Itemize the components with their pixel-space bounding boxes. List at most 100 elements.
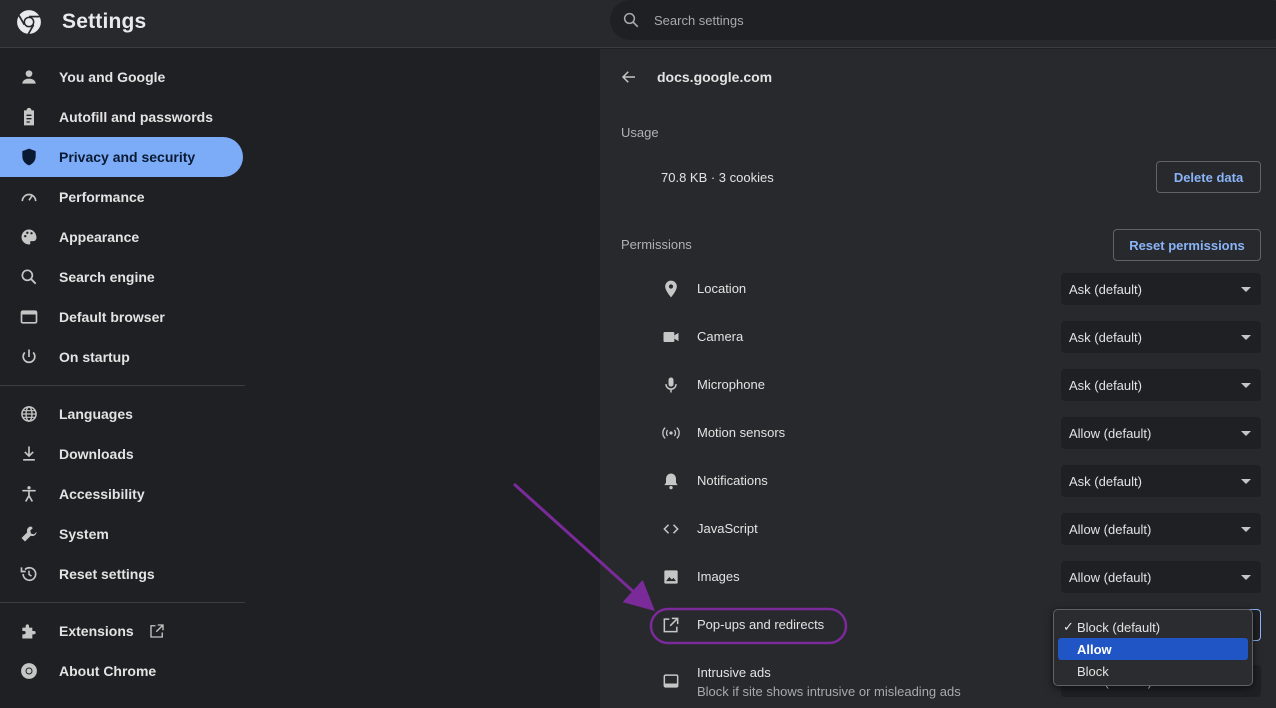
sidebar-item-default-browser[interactable]: Default browser (0, 297, 243, 337)
search-icon (21, 269, 37, 285)
dropdown-option-block[interactable]: Block (1058, 660, 1248, 682)
location-select[interactable]: Ask (default) (1061, 273, 1261, 305)
page-title: docs.google.com (657, 69, 773, 85)
wrench-icon (21, 526, 37, 542)
permission-sublabel: Block if site shows intrusive or mislead… (697, 684, 961, 699)
shield-icon (22, 148, 36, 166)
option-label: Block (1077, 664, 1109, 679)
delete-data-button[interactable]: Delete data (1156, 161, 1261, 193)
checkmark-icon: ✓ (1063, 619, 1074, 634)
javascript-select[interactable]: Allow (default) (1061, 513, 1261, 545)
sidebar-item-on-startup[interactable]: On startup (0, 337, 243, 377)
permission-row-notifications: Notifications Ask (default) (600, 457, 1276, 505)
option-label: Block (default) (1077, 620, 1161, 635)
sidebar-item-reset-settings[interactable]: Reset settings (0, 554, 243, 594)
permission-label: Camera (697, 329, 744, 344)
permission-label: Microphone (697, 377, 765, 392)
caret-down-icon (1241, 527, 1251, 532)
microphone-icon (665, 377, 677, 393)
open-external-icon (663, 617, 679, 633)
sidebar-item-label: Search engine (59, 269, 155, 285)
sidebar-item-downloads[interactable]: Downloads (0, 434, 243, 474)
sidebar-item-label: System (59, 526, 109, 542)
permission-row-motion-sensors: Motion sensors Allow (default) (600, 409, 1276, 457)
search-icon (623, 12, 639, 28)
sidebar-item-extensions[interactable]: Extensions (0, 611, 243, 651)
motion-sensors-select[interactable]: Allow (default) (1061, 417, 1261, 449)
sidebar-item-label: Languages (59, 406, 133, 422)
usage-value: 70.8 KB · 3 cookies (661, 170, 774, 185)
caret-down-icon (1241, 335, 1251, 340)
select-value: Ask (default) (1069, 378, 1142, 393)
sidebar-item-languages[interactable]: Languages (0, 394, 243, 434)
person-icon (22, 70, 36, 84)
download-icon (23, 446, 35, 461)
select-value: Allow (default) (1069, 570, 1152, 585)
sidebar-item-performance[interactable]: Performance (0, 177, 243, 217)
chrome-logo-icon (17, 10, 41, 35)
accessibility-icon (22, 486, 36, 502)
caret-down-icon (1241, 479, 1251, 484)
back-arrow-icon[interactable] (620, 68, 638, 86)
images-select[interactable]: Allow (default) (1061, 561, 1261, 593)
app-title: Settings (62, 10, 147, 33)
sidebar-item-label: Appearance (59, 229, 140, 245)
camera-select[interactable]: Ask (default) (1061, 321, 1261, 353)
sidebar-item-label: Reset settings (59, 566, 155, 582)
caret-down-icon (1241, 575, 1251, 580)
sidebar-item-accessibility[interactable]: Accessibility (0, 474, 243, 514)
search-input[interactable] (654, 8, 1154, 32)
search-bar[interactable] (610, 0, 1276, 40)
sidebar: You and Google Autofill and passwords Pr… (0, 49, 245, 708)
sidebar-item-label: You and Google (59, 69, 166, 85)
select-value: Allow (default) (1069, 426, 1152, 441)
sidebar-item-label: Extensions (59, 623, 134, 639)
sidebar-item-appearance[interactable]: Appearance (0, 217, 243, 257)
sidebar-item-label: Accessibility (59, 486, 145, 502)
reset-permissions-button[interactable]: Reset permissions (1113, 229, 1261, 261)
ad-window-icon (663, 674, 679, 688)
sidebar-item-system[interactable]: System (0, 514, 243, 554)
dropdown-option-allow[interactable]: Allow (1058, 638, 1248, 660)
usage-heading: Usage (621, 125, 659, 140)
sidebar-item-label: Default browser (59, 309, 165, 325)
clipboard-icon (24, 107, 34, 126)
permission-label: Location (697, 281, 747, 296)
popups-dropdown-menu: ✓ Block (default) Allow Block (1053, 609, 1253, 686)
sidebar-item-privacy[interactable]: Privacy and security (0, 137, 243, 177)
select-value: Ask (default) (1069, 282, 1142, 297)
permission-label: JavaScript (697, 521, 758, 536)
permission-row-images: Images Allow (default) (600, 553, 1276, 601)
open-external-icon (150, 624, 164, 638)
notifications-select[interactable]: Ask (default) (1061, 465, 1261, 497)
sidebar-item-about-chrome[interactable]: About Chrome (0, 651, 243, 691)
permission-label: Notifications (697, 473, 768, 488)
top-bar: Settings (0, 0, 1276, 48)
history-icon (20, 566, 37, 582)
caret-down-icon (1241, 431, 1251, 436)
permission-row-microphone: Microphone Ask (default) (600, 361, 1276, 409)
sidebar-item-label: On startup (59, 349, 130, 365)
option-label: Allow (1077, 642, 1112, 657)
sidebar-divider (0, 602, 245, 603)
globe-icon (21, 406, 37, 422)
select-value: Ask (default) (1069, 330, 1142, 345)
sidebar-divider (0, 385, 245, 386)
image-icon (664, 570, 678, 584)
select-value: Allow (default) (1069, 522, 1152, 537)
dropdown-option-block-default[interactable]: ✓ Block (default) (1058, 616, 1248, 638)
permission-row-location: Location Ask (default) (600, 265, 1276, 313)
sidebar-item-autofill[interactable]: Autofill and passwords (0, 97, 243, 137)
speedometer-icon (21, 193, 37, 202)
select-value: Ask (default) (1069, 474, 1142, 489)
sidebar-item-you-and-google[interactable]: You and Google (0, 57, 243, 97)
sidebar-item-label: Privacy and security (59, 149, 196, 165)
microphone-select[interactable]: Ask (default) (1061, 369, 1261, 401)
sidebar-item-label: Autofill and passwords (59, 109, 214, 125)
code-icon (663, 524, 679, 534)
permission-label: Images (697, 569, 740, 584)
palette-icon (21, 229, 37, 245)
permission-row-camera: Camera Ask (default) (600, 313, 1276, 361)
caret-down-icon (1241, 383, 1251, 388)
sidebar-item-search-engine[interactable]: Search engine (0, 257, 243, 297)
